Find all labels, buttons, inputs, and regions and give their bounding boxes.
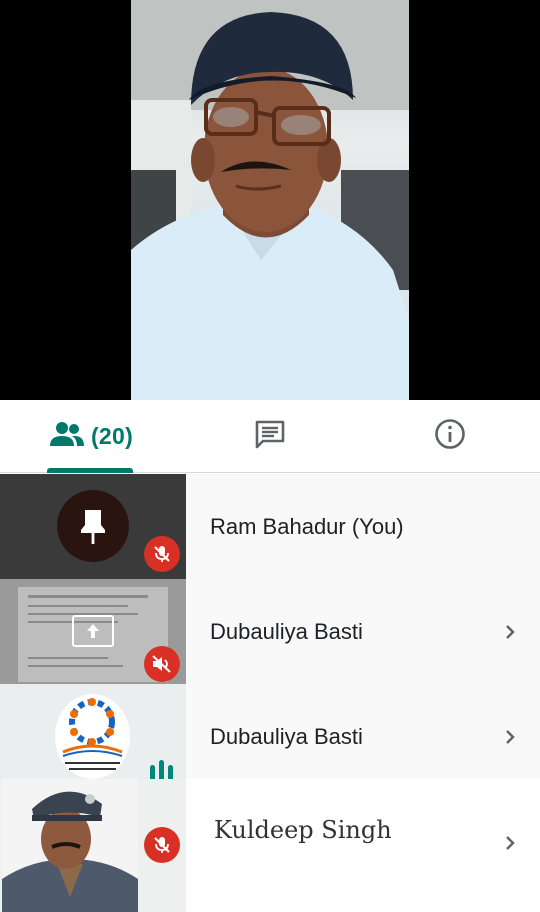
info-icon [434,418,466,455]
tab-chat[interactable] [240,400,300,472]
participant-name: Ram Bahadur (You) [210,514,404,539]
pin-icon [81,510,105,544]
chevron-right-icon[interactable] [502,835,518,851]
active-tab-indicator [47,468,133,473]
list-item[interactable]: Dubauliya Basti [0,579,540,684]
list-item[interactable]: Ram Bahadur (You) [0,474,540,579]
people-icon [49,420,85,453]
participant-name: Dubauliya Basti [210,619,363,644]
avatar [57,490,129,562]
list-item[interactable]: Dubauliya Basti [0,684,540,789]
tab-bar: (20) [0,400,540,473]
tab-info[interactable] [420,400,480,472]
participant-name: Dubauliya Basti [210,724,363,749]
chat-icon [254,419,286,454]
main-video-area[interactable] [0,0,540,400]
chevron-right-icon[interactable] [502,624,518,640]
present-screen-icon [72,615,114,647]
participant-list: Ram Bahadur (You) Dubauliya Basti Dubaul… [0,474,540,912]
participant-name: Kuldeep Singh [214,816,392,844]
logo [55,694,130,779]
participant-count: (20) [90,422,134,449]
speaker-video [131,0,409,400]
list-item[interactable]: Kuldeep Singh [0,779,540,912]
mic-off-icon [144,536,180,572]
participant-thumbnail [0,474,186,579]
chevron-right-icon[interactable] [502,729,518,745]
participant-thumbnail [0,779,186,912]
participant-thumbnail [0,579,186,684]
volume-off-icon [144,646,180,682]
tab-people[interactable]: (20) [46,400,136,472]
participant-thumbnail [0,684,186,789]
mic-off-icon [144,827,180,863]
participant-photo [2,779,138,912]
